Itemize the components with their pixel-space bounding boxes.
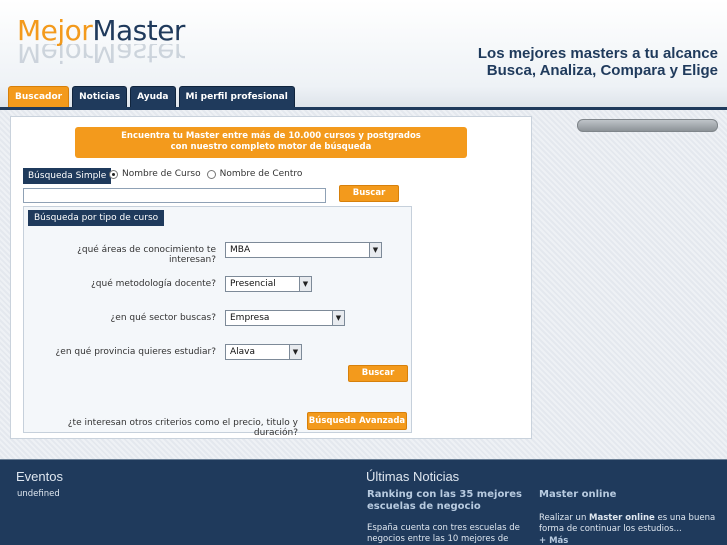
events-text: undefined [17,489,60,499]
slogan-line-2: Busca, Analiza, Compara y Elige [486,62,718,79]
search-panel: Encuentra tu Master entre más de 10.000 … [10,116,532,439]
master-online-text-bold: Master online [589,513,655,523]
logo-part-master: Master [92,14,185,47]
select-province[interactable]: Alava ▼ [225,344,302,360]
news-summary: España cuenta con tres escuelas de negoc… [367,523,520,544]
events-title: Eventos [16,469,63,484]
chevron-down-icon: ▼ [289,345,301,359]
select-sector[interactable]: Empresa ▼ [225,310,345,326]
site-footer: Eventos undefined Últimas Noticias Ranki… [0,460,727,545]
tab-ayuda[interactable]: Ayuda [130,86,176,108]
type-search-label: Búsqueda por tipo de curso [28,210,165,226]
advanced-search-button[interactable]: Búsqueda Avanzada [307,412,407,430]
simple-search-label: Búsqueda Simple [23,168,112,184]
more-link[interactable]: + Más [539,536,568,545]
select-sector-value: Empresa [230,313,270,323]
banner-line-1: Encuentra tu Master entre más de 10.000 … [121,131,421,141]
select-province-value: Alava [230,347,256,357]
simple-search-button[interactable]: Buscar [339,185,399,202]
master-online-text-pre: Realizar un [539,513,590,523]
slogan-line-1: Los mejores masters a tu alcance [477,45,718,62]
question-method: ¿qué metodología docente? [91,279,216,289]
tab-mi-perfil[interactable]: Mi perfil profesional [178,86,295,108]
logo-part-mejor: Mejor [17,14,93,47]
chevron-down-icon: ▼ [369,243,381,257]
select-method-value: Presencial [230,279,276,289]
master-online-heading[interactable]: Master online [539,489,616,501]
logo-reflection: MejorMaster [17,44,185,66]
main-tabs: Buscador Noticias Ayuda Mi perfil profes… [8,86,295,108]
type-search-box: Búsqueda por tipo de curso ¿qué áreas de… [23,206,412,438]
tab-buscador[interactable]: Buscador [8,86,70,108]
site-header: MejorMaster MejorMaster Los mejores mast… [0,0,727,108]
banner-line-2: con nuestro completo motor de búsqueda [170,142,372,152]
tab-noticias[interactable]: Noticias [72,86,128,108]
question-other-criteria: ¿te interesan otros criterios como el pr… [67,418,298,438]
select-method[interactable]: Presencial ▼ [225,276,312,292]
question-area: ¿qué áreas de conocimiento te interesan? [77,245,216,265]
master-online-text: Realizar un Master online es una buena f… [539,513,719,535]
radio-center-name[interactable] [206,169,216,179]
tabbar-divider [0,107,727,110]
news-title: Últimas Noticias [366,469,460,484]
radio-course-name-label: Nombre de Curso [122,169,201,179]
select-area-value: MBA [230,245,251,255]
chevron-down-icon: ▼ [332,311,344,325]
sidebar-widget-bar [577,119,718,132]
search-banner: Encuentra tu Master entre más de 10.000 … [75,127,467,158]
simple-search-input[interactable] [23,188,326,203]
slogan: Los mejores masters a tu alcance Busca, … [478,45,718,79]
site-logo[interactable]: MejorMaster [17,14,185,47]
select-area[interactable]: MBA ▼ [225,242,382,258]
question-province: ¿en qué provincia quieres estudiar? [55,347,216,357]
question-sector: ¿en qué sector buscas? [110,313,217,323]
radio-course-name[interactable] [109,169,118,179]
type-search-button[interactable]: Buscar [348,365,408,382]
search-mode-radios: Nombre de Curso Nombre de Centro [109,169,302,179]
news-headline[interactable]: Ranking con las 35 mejores escuelas de n… [367,489,527,513]
radio-center-name-label: Nombre de Centro [219,169,303,179]
chevron-down-icon: ▼ [299,277,311,291]
